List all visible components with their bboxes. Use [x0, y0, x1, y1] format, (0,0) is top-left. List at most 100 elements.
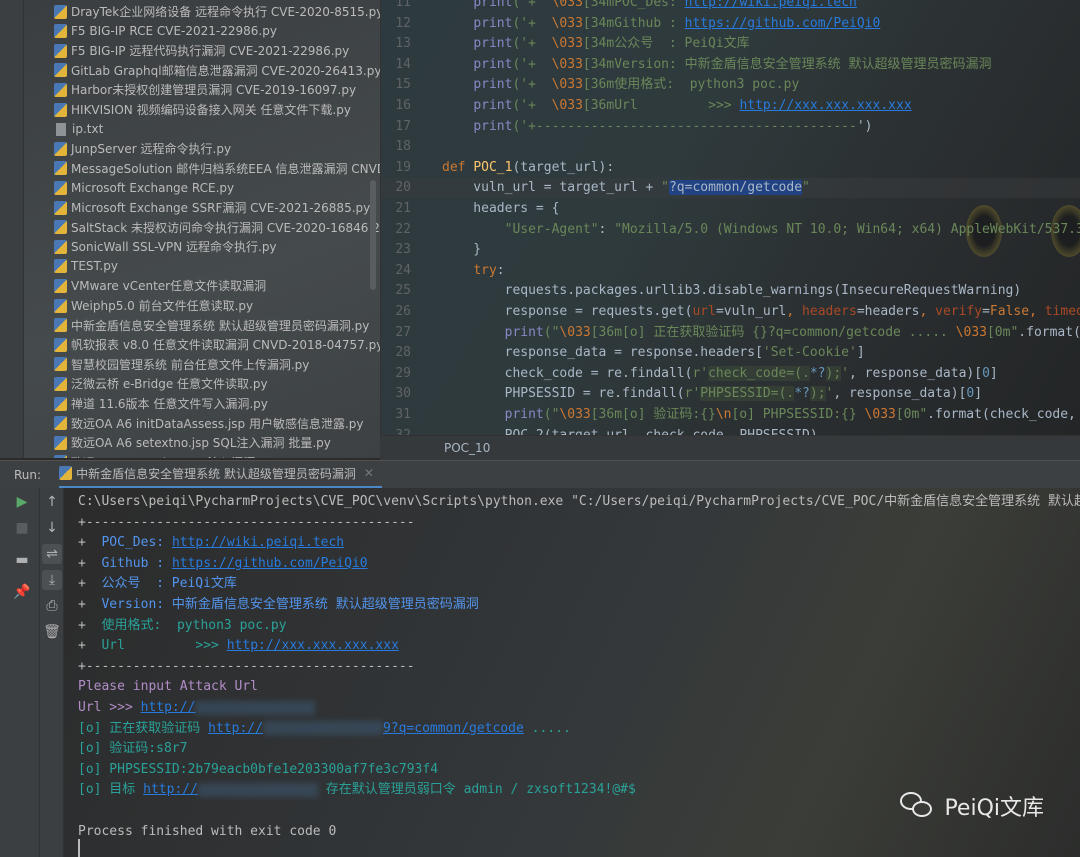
code-line[interactable]: 25 requests.packages.urllib3.disable_war… [381, 281, 1080, 301]
project-file-item[interactable]: Harbor未授权创建管理员漏洞 CVE-2019-16097.py [54, 80, 356, 99]
console-line: + POC_Des: http://wiki.peiqi.tech [78, 533, 344, 553]
console-link[interactable]: http:// [208, 721, 263, 736]
project-file-item[interactable]: Microsoft Exchange RCE.py [54, 178, 234, 197]
code-token: check_code=(. [708, 365, 810, 381]
code-line[interactable]: 18 [381, 137, 1080, 157]
project-file-item[interactable]: SaltStack 未授权访问命令执行漏洞 CVE-2020-16846 255… [54, 218, 380, 237]
project-file-item[interactable]: GitLab Graphql邮箱信息泄露漏洞 CVE-2020-26413.py [54, 61, 380, 80]
project-file-item[interactable]: Microsoft Exchange SSRF漏洞 CVE-2021-26885… [54, 198, 370, 217]
trash-icon[interactable]: 🗑 [42, 622, 62, 642]
code-line[interactable]: 28 response_data = response.headers['Set… [381, 343, 1080, 363]
console-text: C:\Users\peiqi\PycharmProjects\CVE_POC\v… [78, 494, 1080, 509]
code-line[interactable]: 11 print('+ \033[34mPOC_Des: http://wiki… [381, 0, 1080, 13]
console-text: [o] 正在获取验证码 [78, 720, 209, 736]
project-file-item[interactable]: ip.txt [54, 120, 103, 139]
code-line[interactable]: 14 print('+ \033[34mVersion: 中新金盾信息安全管理系… [381, 55, 1080, 75]
code-line[interactable]: 27 print("\033[36m[o] 正在获取验证码 {}?q=commo… [381, 323, 1080, 343]
project-file-item[interactable]: 智慧校园管理系统 前台任意文件上传漏洞.py [54, 355, 309, 374]
project-scrollbar[interactable] [370, 180, 376, 290]
code-token: ('+ [512, 77, 552, 93]
code-line[interactable]: 24 try: [381, 261, 1080, 281]
code-line[interactable]: 31 print("\033[36m[o] 验证码:{}\n[o] PHPSES… [381, 405, 1080, 425]
code-token: headers [802, 304, 857, 319]
code-line[interactable]: 15 print('+ \033[36m使用格式: python3 poc.py [381, 75, 1080, 95]
code-token: url [692, 304, 716, 319]
project-file-item[interactable]: 帆软报表 v8.0 任意文件读取漏洞 CNVD-2018-04757.py [54, 335, 380, 354]
code-token: ] [989, 365, 998, 381]
console-link[interactable]: http://xxx.xxx.xxx.xxx [227, 638, 399, 653]
python-file-icon [54, 43, 67, 58]
code-token: headers = { [442, 201, 560, 216]
code-line[interactable]: 20 vuln_url = target_url + "?q=common/ge… [381, 178, 1080, 199]
line-number: 27 [395, 324, 411, 340]
project-file-item[interactable]: 致远OA A6 test.jsp SQL注入漏洞.py [54, 453, 274, 458]
file-name: Microsoft Exchange SSRF漏洞 CVE-2021-26885… [71, 201, 371, 215]
console-link[interactable]: 9?q=common/getcode [383, 721, 524, 736]
line-number: 13 [395, 36, 411, 52]
code-token: , response_data)[ [849, 365, 983, 381]
soft-wrap-icon[interactable]: ⇌ [42, 544, 62, 564]
project-file-item[interactable]: SonicWall SSL-VPN 远程命令执行.py [54, 237, 277, 256]
code-line[interactable]: 22 "User-Agent": "Mozilla/5.0 (Windows N… [381, 220, 1080, 240]
code-token: "Mozilla/5.0 (Windows NT 10.0; Win64; x6… [614, 221, 1080, 237]
project-file-item[interactable]: 中新金盾信息安全管理系统 默认超级管理员密码漏洞.py [54, 316, 369, 335]
project-file-item[interactable]: VMware vCenter任意文件读取漏洞 [54, 276, 266, 295]
project-file-item[interactable]: TEST.py [54, 257, 118, 276]
run-tab[interactable]: 中新金盾信息安全管理系统 默认超级管理员密码漏洞 ✕ [59, 461, 382, 489]
project-file-item[interactable]: DrayTek企业网络设备 远程命令执行 CVE-2020-8515.py [54, 2, 380, 21]
code-token: =headers [856, 304, 920, 319]
code-line[interactable]: 32 POC_2(target_url, check_code, PHPSESS… [381, 426, 1080, 435]
code-editor[interactable]: 11 print('+ \033[34mPOC_Des: http://wiki… [380, 0, 1080, 435]
code-line[interactable]: 19 def POC_1(target_url): [381, 158, 1080, 178]
code-token: [34mGithub : [582, 15, 685, 31]
code-token: https://github.com/PeiQi0 [684, 15, 881, 31]
line-number: 15 [395, 77, 411, 93]
code-line[interactable]: 13 print('+ \033[34m公众号 : PeiQi文库 [381, 34, 1080, 54]
console-link[interactable]: http://wiki.peiqi.tech [172, 535, 344, 550]
scroll-down-icon[interactable]: ↓ [42, 518, 62, 538]
project-file-item[interactable]: JunpServer 远程命令执行.py [54, 139, 231, 158]
code-token: (" [543, 407, 560, 422]
print-icon[interactable]: ⎙ [42, 596, 62, 616]
project-file-item[interactable]: F5 BIG-IP 远程代码执行漏洞 CVE-2021-22986.py [54, 41, 349, 60]
code-line[interactable]: 17 print('+-----------------------------… [381, 117, 1080, 137]
code-line[interactable]: 12 print('+ \033[34mGithub : https://git… [381, 14, 1080, 34]
code-text: print('+ \033[36mUrl >>> http://xxx.xxx.… [442, 96, 911, 116]
code-line[interactable]: 26 response = requests.get(url=vuln_url,… [381, 302, 1080, 322]
python-file-icon [54, 318, 67, 333]
project-file-item[interactable]: Weiphp5.0 前台文件任意读取.py [54, 296, 253, 315]
scroll-up-icon[interactable]: ↑ [42, 492, 62, 512]
code-token: [34mVersion: 中新金盾信息安全管理系统 默认超级管理员密码漏洞 [582, 56, 992, 72]
code-line[interactable]: 16 print('+ \033[36mUrl >>> http://xxx.x… [381, 96, 1080, 116]
redacted-text [195, 700, 316, 715]
code-token: POC_2(target_url, check_code, PHPSESSID) [442, 428, 818, 435]
scroll-to-end-icon[interactable]: ⤓ [42, 570, 62, 590]
project-file-item[interactable]: F5 BIG-IP RCE CVE-2021-22986.py [54, 22, 277, 41]
stop-icon[interactable]: ■ [12, 518, 32, 538]
code-token: PHPSESSID = re.findall( [442, 386, 685, 402]
project-file-item[interactable]: 禅道 11.6版本 任意文件写入漏洞.py [54, 394, 268, 413]
console-link[interactable]: https://github.com/PeiQi0 [172, 556, 368, 571]
console-text: ..... [523, 720, 571, 736]
code-line[interactable]: 23 } [381, 240, 1080, 260]
file-name: TEST.py [71, 259, 118, 274]
code-line[interactable]: 29 check_code = re.findall(r'check_code=… [381, 364, 1080, 384]
console-link[interactable]: http:// [143, 782, 198, 797]
code-token: \033 [864, 407, 896, 422]
project-file-item[interactable]: 致远OA A6 setextno.jsp SQL注入漏洞 批量.py [54, 433, 331, 452]
breadcrumb[interactable]: POC_10 [380, 435, 1080, 460]
rerun-icon[interactable]: ▶ [12, 492, 32, 512]
layout-icon[interactable]: ▬ [12, 550, 32, 570]
code-line[interactable]: 30 PHPSESSID = re.findall(r'PHPSESSID=(.… [381, 384, 1080, 404]
project-file-item[interactable]: 泛微云桥 e-Bridge 任意文件读取.py [54, 374, 268, 393]
close-icon[interactable]: ✕ [364, 466, 374, 480]
project-file-item[interactable]: MessageSolution 邮件归档系统EEA 信息泄露漏洞 CNVD [54, 159, 380, 178]
file-name: 禅道 11.6版本 任意文件写入漏洞.py [71, 397, 268, 411]
console-link[interactable]: http:// [141, 700, 196, 715]
project-file-item[interactable]: 致远OA A6 initDataAssess.jsp 用户敏感信息泄露.py [54, 414, 364, 433]
code-text: POC_2(target_url, check_code, PHPSESSID) [442, 426, 818, 435]
pin-icon[interactable]: 📌 [12, 582, 32, 602]
code-line[interactable]: 21 headers = { [381, 199, 1080, 219]
redacted-text [197, 782, 318, 797]
project-file-item[interactable]: HIKVISION 视频编码设备接入网关 任意文件下载.py [54, 100, 351, 119]
